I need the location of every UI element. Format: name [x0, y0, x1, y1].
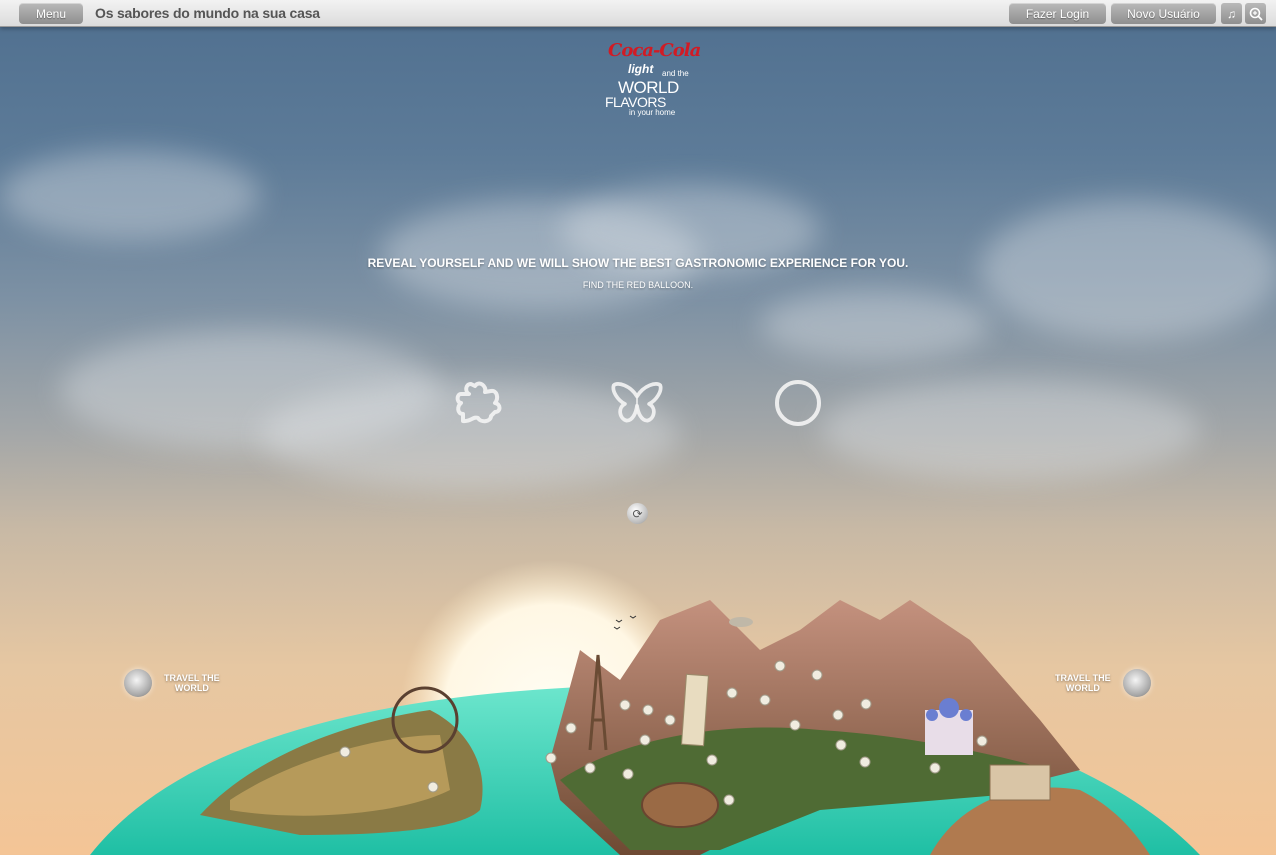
travel-right-label: TRAVEL THE WORLD [1055, 673, 1111, 693]
travel-world-left[interactable]: TRAVEL THE WORLD [124, 669, 220, 697]
logo-light: light [628, 62, 654, 76]
butterfly-shape-button[interactable] [610, 376, 664, 430]
circle-shape-button[interactable] [771, 376, 825, 430]
subline: FIND THE RED BALLOON. [582, 280, 694, 290]
zoom-button[interactable] [1245, 3, 1266, 24]
zoom-icon [1249, 7, 1263, 21]
travel-right-line-2: WORLD [1065, 683, 1100, 693]
login-button-label: Fazer Login [1025, 6, 1090, 21]
top-bar: Menu Os sabores do mundo na sua casa Faz… [0, 0, 1276, 27]
logo-and-the: and the [662, 69, 689, 78]
new-user-button-label: Novo Usuário [1127, 6, 1200, 21]
travel-left-line-1: TRAVEL THE [164, 673, 220, 683]
colosseum [641, 782, 719, 828]
travel-left-line-2: WORLD [174, 683, 209, 693]
music-note-icon: ♫ [1227, 6, 1236, 21]
travel-left-orb-icon [124, 669, 152, 697]
travel-left-label: TRAVEL THE WORLD [164, 673, 220, 693]
temple [989, 764, 1051, 801]
travel-right-line-1: TRAVEL THE [1055, 673, 1111, 683]
headline: REVEAL YOURSELF AND WE WILL SHOW THE BES… [367, 256, 909, 270]
travel-world-right[interactable]: TRAVEL THE WORLD [1055, 669, 1151, 697]
refresh-icon: ⟳ [632, 506, 643, 521]
butterfly-icon [611, 382, 663, 423]
world-island-scene [90, 560, 1200, 855]
puzzle-shape-button[interactable] [451, 376, 505, 430]
menu-button-label: Menu [35, 6, 67, 21]
menu-button[interactable]: Menu [19, 3, 83, 24]
travel-right-orb-icon [1122, 669, 1151, 697]
refresh-button[interactable]: ⟳ [627, 503, 648, 524]
logo-in-your-home: in your home [629, 108, 676, 117]
pisa-tower [681, 673, 709, 747]
new-user-button[interactable]: Novo Usuário [1111, 3, 1216, 24]
coca-cola-light-logo: Coca-Cola light and the WORLD FLAVORS in… [600, 38, 710, 126]
puzzle-piece-icon [455, 381, 502, 424]
login-button[interactable]: Fazer Login [1009, 3, 1106, 24]
music-button[interactable]: ♫ [1221, 3, 1242, 24]
logo-brand: Coca-Cola [608, 40, 701, 61]
circle-icon [775, 380, 821, 426]
blimp [729, 617, 753, 627]
site-title: Os sabores do mundo na sua casa [95, 5, 320, 21]
